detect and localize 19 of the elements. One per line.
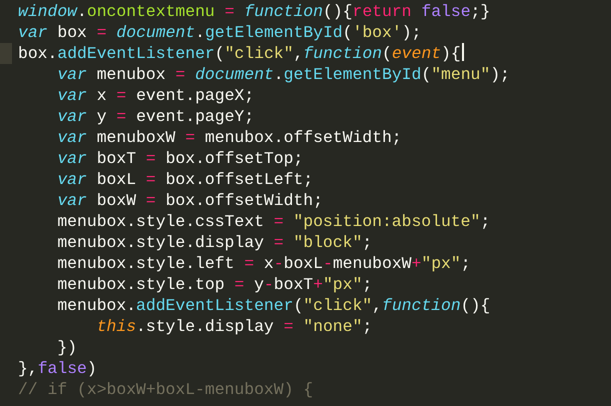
code-line: var boxL = box.offsetLeft; <box>56 169 314 190</box>
code-line: var x = event.pageX; <box>56 85 254 106</box>
code-line: var boxW = box.offsetWidth; <box>56 190 323 211</box>
code-line: var boxT = box.offsetTop; <box>56 148 304 169</box>
code-line: menubox.style.left = x-boxL-menuboxW+"px"; <box>56 253 471 274</box>
code-line: box.addEventListener("click",function(event){ <box>17 43 461 64</box>
code-line: },false) <box>17 358 97 379</box>
code-line: // if (x>boxW+boxL-menuboxW) { <box>17 379 314 400</box>
code-line: this.style.display = "none"; <box>96 316 372 337</box>
code-line: menubox.style.top = y-boxT+"px"; <box>56 274 372 295</box>
code-line: menubox.style.cssText = "position:absolute"; <box>56 211 490 232</box>
code-line: }) <box>56 337 78 358</box>
code-line: var y = event.pageY; <box>56 106 254 127</box>
code-line: menubox.addEventListener("click",function(){ <box>56 295 490 316</box>
code-line: var menubox = document.getElementById("menu"); <box>56 64 510 85</box>
code-line: menubox.style.display = "block"; <box>56 232 372 253</box>
code-line: window.oncontextmenu = function(){return false;} <box>17 1 490 22</box>
code-line: var box = document.getElementById('box'); <box>17 22 422 43</box>
code-line: var menuboxW = menubox.offsetWidth; <box>56 127 402 148</box>
